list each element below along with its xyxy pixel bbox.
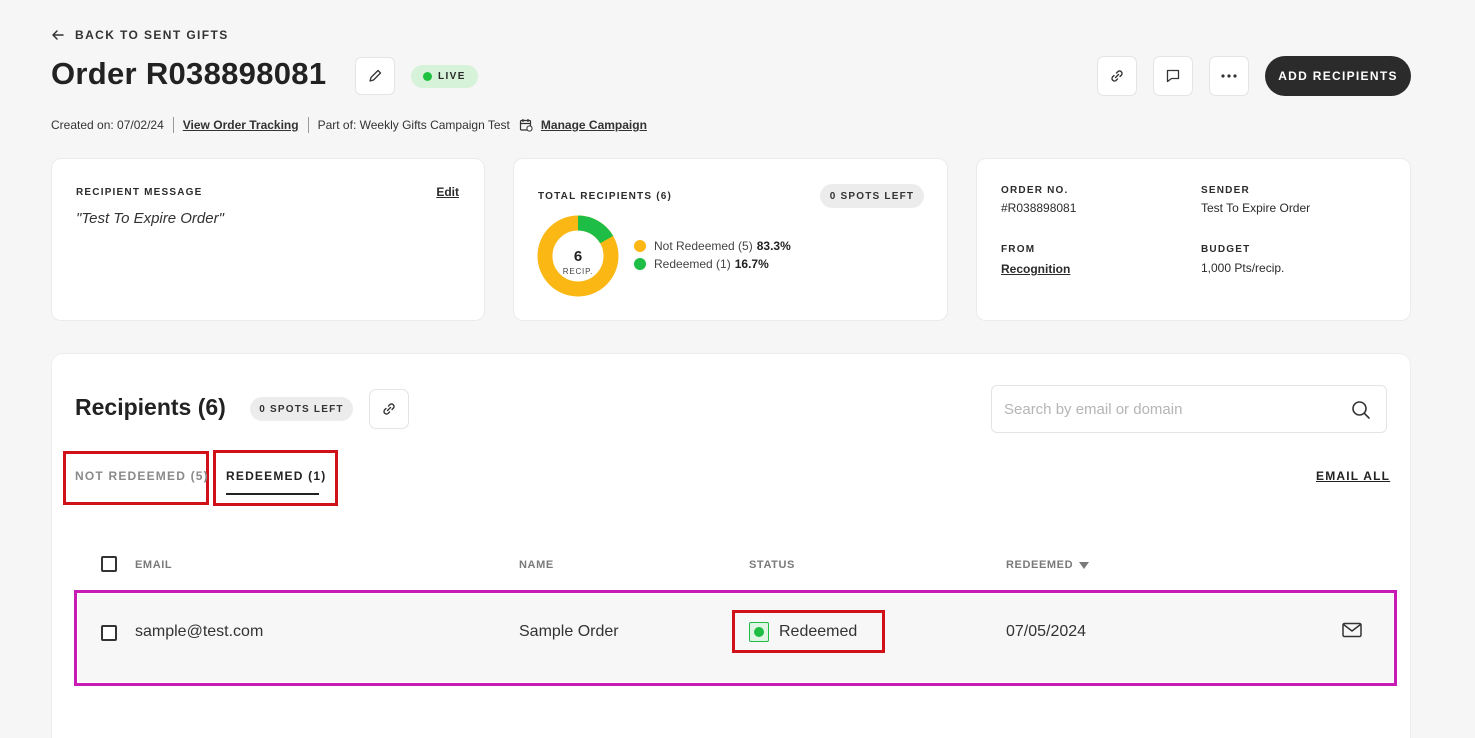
from-label: FROM (1001, 244, 1036, 255)
order-no-label: ORDER NO. (1001, 185, 1069, 196)
recipients-title: Recipients (6) (75, 394, 226, 420)
mail-icon (1342, 622, 1362, 638)
recipients-donut-chart: 6 RECIP. (537, 215, 619, 297)
row-status: Redeemed (779, 623, 858, 640)
row-name: Sample Order (519, 623, 619, 640)
legend-label: Not Redeemed (5) (654, 239, 753, 253)
from-link[interactable]: Recognition (1001, 262, 1070, 276)
spots-left-badge: 0 SPOTS LEFT (250, 397, 353, 421)
column-header-label: REDEEMED (1006, 559, 1074, 571)
copy-link-button[interactable] (1097, 56, 1137, 96)
donut-count: 6 (574, 248, 582, 265)
sort-desc-icon (1079, 561, 1090, 569)
back-link[interactable]: BACK TO SENT GIFTS (51, 28, 229, 42)
legend-pct: 16.7% (734, 257, 769, 271)
donut-unit: RECIP. (563, 267, 593, 276)
recipient-message-card: RECIPIENT MESSAGE Edit "Test To Expire O… (51, 158, 485, 321)
add-recipients-button[interactable]: ADD RECIPIENTS (1265, 56, 1411, 96)
column-header-redeemed[interactable]: REDEEMED (1006, 559, 1090, 571)
recipient-message-text: "Test To Expire Order" (76, 210, 224, 227)
created-on: Created on: 07/02/24 (51, 118, 164, 132)
page-title: Order R038898081 (51, 56, 327, 91)
redeemed-status-icon (749, 622, 769, 642)
legend-dot-icon (634, 240, 646, 252)
legend-not-redeemed: Not Redeemed (5) 83.3% (634, 239, 791, 253)
tab-not-redeemed[interactable]: NOT REDEEMED (5) (75, 469, 209, 483)
total-recipients-label: TOTAL RECIPIENTS (6) (538, 191, 673, 202)
row-redeemed-date: 07/05/2024 (1006, 623, 1087, 640)
arrow-left-icon (52, 30, 64, 40)
divider (172, 117, 174, 133)
back-link-label: BACK TO SENT GIFTS (75, 28, 229, 42)
pencil-icon (369, 69, 382, 82)
total-recipients-card: TOTAL RECIPIENTS (6) 0 SPOTS LEFT 6 RECI… (513, 158, 948, 321)
edit-message-link[interactable]: Edit (436, 185, 459, 199)
email-all-link[interactable]: EMAIL ALL (1316, 469, 1390, 483)
legend-pct: 83.3% (756, 239, 791, 253)
link-icon (1111, 70, 1123, 82)
order-no-value: #R038898081 (1001, 201, 1077, 215)
more-options-button[interactable] (1209, 56, 1249, 96)
view-order-tracking-link[interactable]: View Order Tracking (183, 118, 299, 132)
edit-title-button[interactable] (355, 57, 395, 95)
order-info-card: ORDER NO. #R038898081 SENDER Test To Exp… (976, 158, 1411, 321)
search-input[interactable] (992, 386, 1332, 432)
tab-redeemed[interactable]: REDEEMED (1) (226, 469, 326, 483)
link-icon (383, 403, 395, 415)
spots-left-badge: 0 SPOTS LEFT (820, 184, 924, 208)
manage-campaign-link[interactable]: Manage Campaign (541, 118, 647, 132)
live-dot-icon (423, 72, 432, 81)
active-tab-indicator (226, 493, 319, 495)
row-email: sample@test.com (135, 623, 264, 640)
column-header-status[interactable]: STATUS (749, 559, 795, 571)
sender-value: Test To Expire Order (1201, 201, 1311, 215)
email-recipient-button[interactable] (1342, 622, 1362, 643)
divider (307, 117, 309, 133)
comment-button[interactable] (1153, 56, 1193, 96)
search-icon[interactable] (1351, 400, 1371, 420)
comment-icon (1166, 69, 1180, 83)
search-box (991, 385, 1387, 433)
order-meta: Created on: 07/02/24 View Order Tracking… (51, 117, 647, 133)
select-all-checkbox[interactable] (101, 556, 117, 572)
status-badge-label: LIVE (438, 71, 466, 82)
calendar-icon (519, 118, 533, 132)
copy-recipients-link-button[interactable] (369, 389, 409, 429)
row-checkbox[interactable] (101, 625, 117, 641)
legend-dot-icon (634, 258, 646, 270)
column-header-email[interactable]: EMAIL (135, 559, 172, 571)
budget-value: 1,000 Pts/recip. (1201, 261, 1285, 275)
column-header-name[interactable]: NAME (519, 559, 554, 571)
sender-label: SENDER (1201, 185, 1250, 196)
recipient-message-label: RECIPIENT MESSAGE (76, 187, 203, 198)
legend-redeemed: Redeemed (1) 16.7% (634, 257, 769, 271)
status-badge: LIVE (411, 65, 478, 88)
budget-label: BUDGET (1201, 244, 1251, 255)
legend-label: Redeemed (1) (654, 257, 731, 271)
campaign-name: Part of: Weekly Gifts Campaign Test (317, 118, 510, 132)
ellipsis-icon (1221, 74, 1237, 78)
